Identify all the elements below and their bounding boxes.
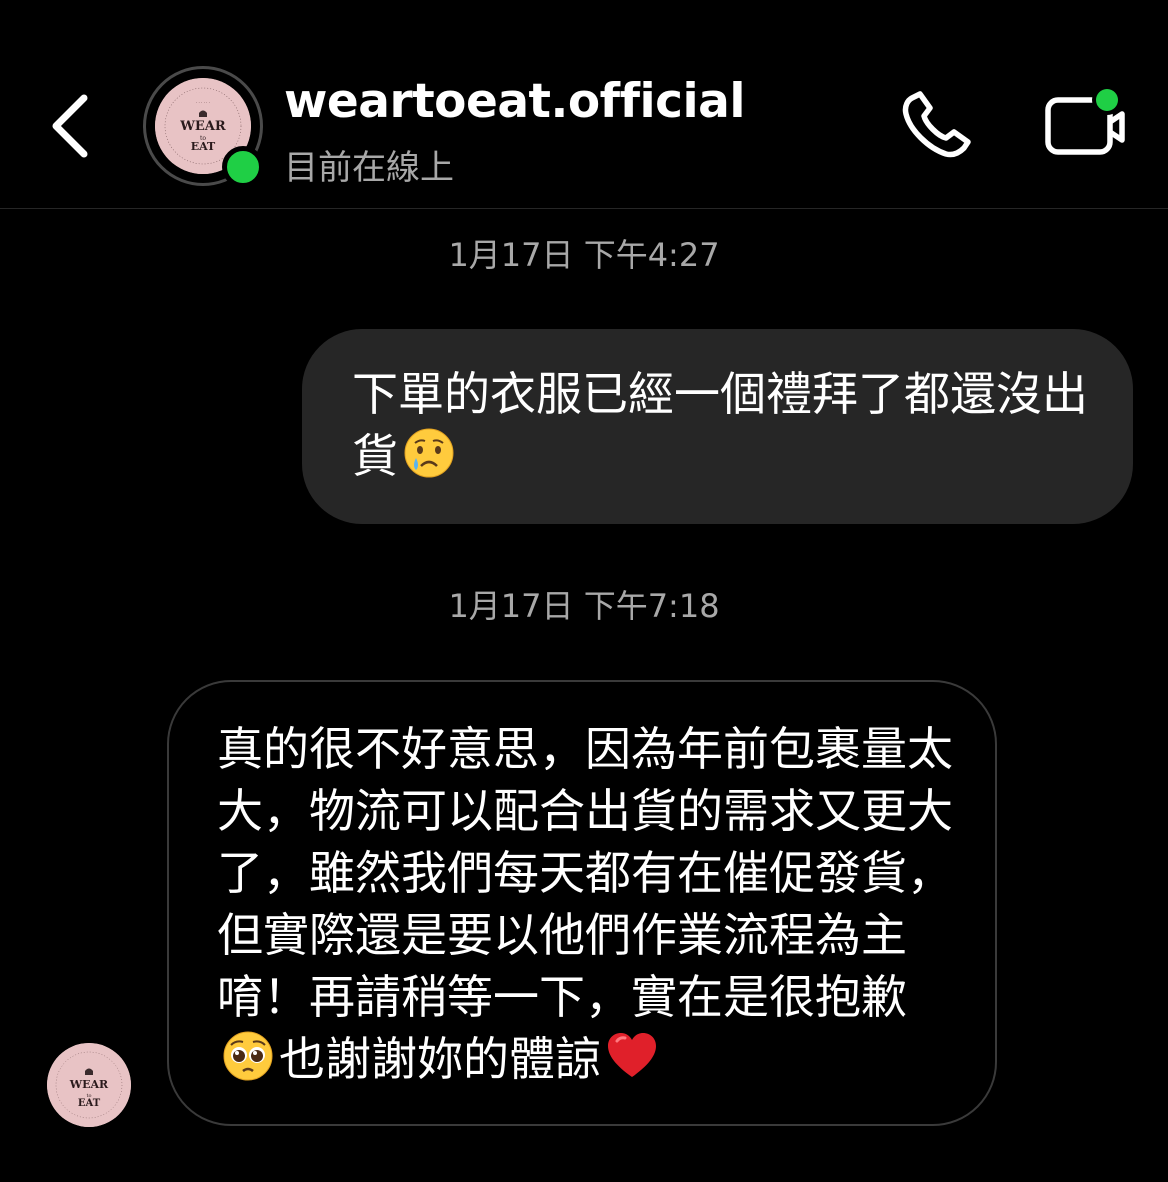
back-button[interactable] <box>40 82 100 172</box>
voice-call-button[interactable] <box>898 90 978 164</box>
svg-text:WEAR: WEAR <box>179 119 226 134</box>
phone-icon <box>902 91 971 158</box>
svg-text:· · · · · ·: · · · · · · <box>196 100 210 105</box>
crying-face-icon <box>404 428 454 478</box>
svg-text:EAT: EAT <box>191 140 216 153</box>
pleading-face-icon <box>223 1031 273 1081</box>
message-timestamp: 1月17日 下午7:18 <box>448 587 720 625</box>
received-message-bubble[interactable]: 真的很不好意思，因為年前包裹量太大，物流可以配合出貨的需求又更大了，雖然我們每天… <box>167 680 997 1126</box>
svg-text:EAT: EAT <box>78 1098 101 1109</box>
message-body: 下單的衣服已經一個禮拜了都還沒出貨 <box>352 367 1088 483</box>
online-status-indicator <box>222 146 264 188</box>
sent-message-bubble[interactable]: 下單的衣服已經一個禮拜了都還沒出貨 <box>302 329 1133 524</box>
brand-logo: WEAR to EAT <box>47 1043 131 1127</box>
online-status-text: 目前在線上 <box>284 148 454 188</box>
video-camera-icon <box>1045 85 1125 155</box>
red-heart-icon <box>608 1033 656 1077</box>
message-timestamp: 1月17日 下午4:27 <box>448 236 720 274</box>
message-body: 真的很不好意思，因為年前包裹量太大，物流可以配合出貨的需求又更大了，雖然我們每天… <box>217 722 953 1024</box>
video-call-button[interactable] <box>1040 85 1132 164</box>
chat-header: · · · · · · WEAR to EAT weartoeat.offici… <box>0 0 1168 209</box>
chat-username[interactable]: weartoeat.official <box>284 74 745 129</box>
message-body: 也謝謝妳的體諒 <box>279 1032 601 1086</box>
message-text: 真的很不好意思，因為年前包裹量太大，物流可以配合出貨的需求又更大了，雖然我們每天… <box>217 718 955 1090</box>
chevron-left-icon <box>52 94 88 158</box>
message-text: 下單的衣服已經一個禮拜了都還沒出貨 <box>352 363 1093 487</box>
sender-avatar[interactable]: WEAR to EAT <box>47 1043 131 1127</box>
svg-text:WEAR: WEAR <box>69 1078 109 1091</box>
